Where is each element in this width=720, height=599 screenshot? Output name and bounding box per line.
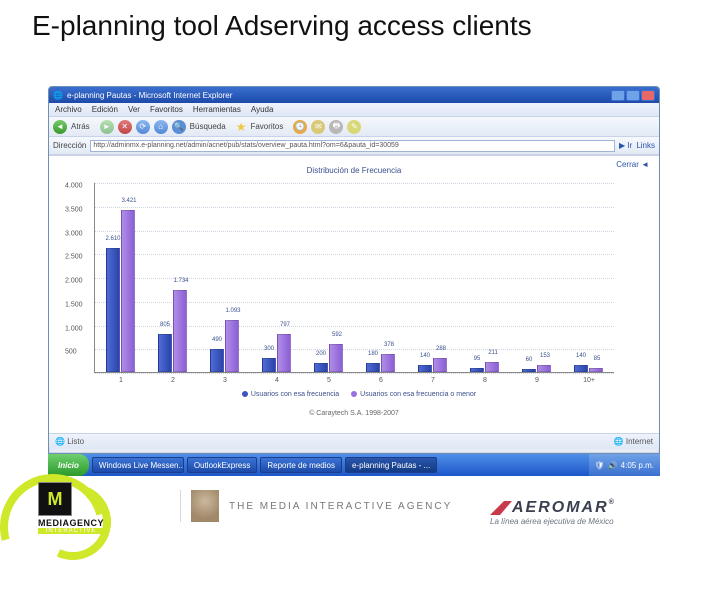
- aeromar-logo: AEROMAR® La línea aérea ejecutiva de Méx…: [490, 499, 700, 526]
- tmia-text: THE MEDIA INTERACTIVE AGENCY: [229, 501, 452, 512]
- tmia-block: THE MEDIA INTERACTIVE AGENCY: [180, 490, 470, 522]
- address-input[interactable]: http://adminmx.e-planning.net/admin/acne…: [90, 140, 615, 152]
- page-icon: 🌐: [53, 91, 63, 100]
- legend-dot-b: [351, 391, 357, 397]
- aeromar-brand: AEROMAR®: [490, 499, 700, 517]
- back-label: Atrás: [71, 122, 90, 131]
- menu-edicion[interactable]: Edición: [92, 105, 118, 114]
- menu-favoritos[interactable]: Favoritos: [150, 105, 183, 114]
- tmia-icon: [191, 490, 219, 522]
- favorites-icon[interactable]: ★: [236, 120, 247, 134]
- legend-label-a: Usuarios con esa frecuencia: [251, 391, 339, 398]
- print-icon[interactable]: 🖶: [329, 120, 343, 134]
- tray-icon[interactable]: 🔊: [608, 461, 618, 470]
- toolbar: ◄ Atrás ► ✕ ⟳ ⌂ 🔍 Búsqueda ★ Favoritos 🕓…: [49, 117, 659, 137]
- system-tray[interactable]: 🛡 🔊 4:05 p.m.: [589, 454, 660, 476]
- mediagency-icon: M: [38, 482, 72, 516]
- menu-ver[interactable]: Ver: [128, 105, 140, 114]
- search-label: Búsqueda: [190, 122, 226, 131]
- window-title: e-planning Pautas - Microsoft Internet E…: [67, 91, 232, 100]
- history-icon[interactable]: 🕓: [293, 120, 307, 134]
- menu-ayuda[interactable]: Ayuda: [251, 105, 274, 114]
- back-button[interactable]: ◄: [53, 120, 67, 134]
- forward-button[interactable]: ►: [100, 120, 114, 134]
- menu-herramientas[interactable]: Herramientas: [193, 105, 241, 114]
- chart-legend: Usuarios con esa frecuencia Usuarios con…: [55, 391, 653, 398]
- refresh-button[interactable]: ⟳: [136, 120, 150, 134]
- status-left: 🌐 Listo: [55, 437, 84, 446]
- aeromar-tagline: La línea aérea ejecutiva de México: [490, 517, 700, 526]
- chart-title: Distribución de Frecuencia: [55, 166, 653, 175]
- taskbar-task-4[interactable]: e-planning Pautas - ...: [345, 457, 437, 473]
- tray-icon[interactable]: 🛡: [595, 461, 605, 470]
- menu-archivo[interactable]: Archivo: [55, 105, 82, 114]
- close-link[interactable]: Cerrar ◄: [616, 160, 649, 169]
- mediagency-logo: M MEDIAGENCY INTERACTIVE: [38, 482, 104, 534]
- window-titlebar[interactable]: 🌐 e-planning Pautas - Microsoft Internet…: [49, 87, 659, 103]
- stop-button[interactable]: ✕: [118, 120, 132, 134]
- legend-dot-a: [242, 391, 248, 397]
- status-right: 🌐 Internet: [614, 437, 653, 446]
- status-bar: 🌐 Listo 🌐 Internet: [49, 433, 659, 449]
- go-button[interactable]: ▶ Ir: [619, 141, 632, 150]
- window-controls: [611, 90, 655, 101]
- aeromar-icon: [490, 501, 512, 515]
- address-label: Dirección: [53, 141, 86, 150]
- edit-icon[interactable]: ✎: [347, 120, 361, 134]
- bar-chart: 5001.0001.5002.0002.5003.0003.5004.0002.…: [94, 183, 614, 373]
- slide-title: E-planning tool Adserving access clients: [32, 10, 532, 42]
- slide-footer: M MEDIAGENCY INTERACTIVE THE MEDIA INTER…: [0, 476, 720, 540]
- browser-window: 🌐 e-planning Pautas - Microsoft Internet…: [48, 86, 660, 454]
- links-button[interactable]: Links: [636, 141, 655, 150]
- home-button[interactable]: ⌂: [154, 120, 168, 134]
- maximize-button[interactable]: [626, 90, 640, 101]
- mail-icon[interactable]: ✉: [311, 120, 325, 134]
- close-button[interactable]: [641, 90, 655, 101]
- favorites-label: Favoritos: [250, 122, 283, 131]
- menu-bar: Archivo Edición Ver Favoritos Herramient…: [49, 103, 659, 117]
- legend-label-b: Usuarios con esa frecuencia o menor: [360, 391, 476, 398]
- tray-time: 4:05 p.m.: [621, 461, 654, 470]
- taskbar-task-2[interactable]: OutlookExpress: [187, 457, 257, 473]
- copyright: © Caraytech S.A. 1998-2007: [55, 410, 653, 417]
- taskbar-task-3[interactable]: Reporte de medios: [260, 457, 342, 473]
- address-bar: Dirección http://adminmx.e-planning.net/…: [49, 137, 659, 155]
- page-content: Cerrar ◄ Distribución de Frecuencia 5001…: [49, 155, 659, 433]
- minimize-button[interactable]: [611, 90, 625, 101]
- mediagency-name: MEDIAGENCY: [38, 518, 104, 528]
- search-icon[interactable]: 🔍: [172, 120, 186, 134]
- mediagency-sub: INTERACTIVE: [38, 528, 104, 534]
